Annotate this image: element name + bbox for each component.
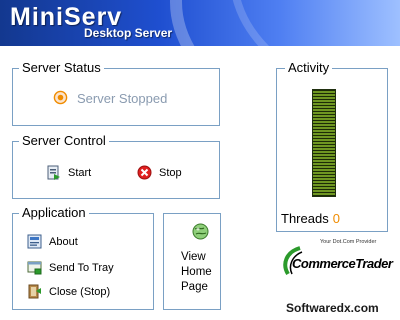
header-decoration-2 [230,0,400,46]
tray-icon [27,261,42,275]
about-label: About [49,235,78,248]
activity-meter [312,89,336,197]
start-label: Start [68,167,92,179]
start-icon [47,165,60,180]
globe-icon [192,223,209,240]
app-header: MiniServ Desktop Server [0,0,400,46]
application-legend: Application [19,205,89,220]
server-status-legend: Server Status [19,60,104,75]
server-control-legend: Server Control [19,133,109,148]
stop-button[interactable]: Stop [137,165,182,180]
about-icon [27,234,42,249]
app-subtitle: Desktop Server [84,26,173,40]
stopped-status-icon [53,90,68,105]
application-group: Application About Send To Tray Close (St… [12,205,154,310]
logo-tagline: Your Dot.Com Provider [320,239,377,245]
threads-count: 0 [332,211,340,226]
stop-label: Stop [159,166,182,179]
commercetrader-logo: Your Dot.Com Provider CommerceTrader [280,236,393,284]
close-icon [28,284,41,299]
server-status-text: Server Stopped [77,91,168,106]
server-status-group: Server Status Server Stopped [12,60,220,126]
server-control-group: Server Control Start Stop [12,133,220,199]
close-stop-label: Close (Stop) [49,285,111,298]
close-stop-button[interactable]: Close (Stop) [27,284,110,299]
send-to-tray-button[interactable]: Send To Tray [27,261,114,275]
activity-legend: Activity [285,60,333,75]
view-home-page-label: View Home Page [181,251,212,293]
website-label: Softwaredx.com [286,301,379,315]
about-button[interactable]: About [27,234,78,249]
send-to-tray-label: Send To Tray [49,262,114,274]
stop-icon [137,165,152,180]
threads-label: Threads [281,211,329,226]
view-home-page-button[interactable]: View Home Page [163,213,221,310]
activity-group: Activity Threads 0 [276,60,388,232]
start-button[interactable]: Start [46,165,91,181]
logo-name: CommerceTrader [292,256,393,271]
threads-readout: Threads 0 [281,211,340,226]
